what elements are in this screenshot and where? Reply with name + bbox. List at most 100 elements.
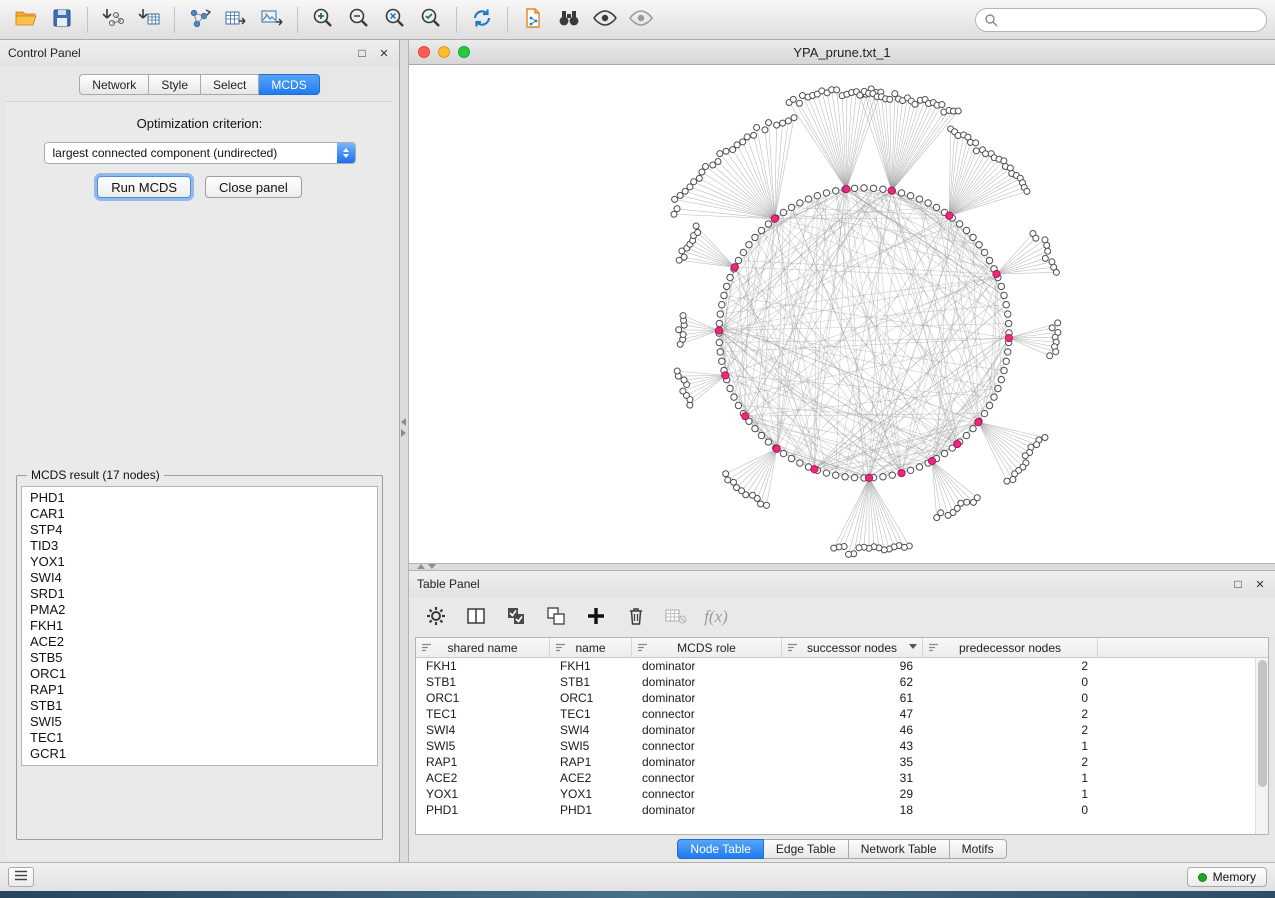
graph-node[interactable] bbox=[1047, 353, 1053, 359]
export-table-button[interactable] bbox=[218, 4, 254, 36]
mcds-result-item[interactable]: SWI5 bbox=[22, 714, 377, 730]
graph-node[interactable] bbox=[695, 230, 701, 236]
graph-node[interactable] bbox=[740, 139, 746, 145]
graph-node[interactable] bbox=[823, 470, 829, 476]
table-row[interactable]: FKH1FKH1dominator962 bbox=[416, 658, 1255, 674]
graph-node[interactable] bbox=[780, 450, 786, 456]
graph-node[interactable] bbox=[991, 394, 997, 400]
mcds-result-item[interactable]: TID3 bbox=[22, 538, 377, 554]
graph-node[interactable] bbox=[823, 190, 829, 196]
graph-node[interactable] bbox=[731, 394, 737, 400]
graph-node[interactable] bbox=[691, 179, 697, 185]
graph-node[interactable] bbox=[1042, 434, 1048, 440]
graph-node[interactable] bbox=[719, 302, 725, 308]
graph-node[interactable] bbox=[939, 102, 945, 108]
table-row[interactable]: SWI4SWI4dominator462 bbox=[416, 722, 1255, 738]
graph-node[interactable] bbox=[797, 460, 803, 466]
graph-node[interactable] bbox=[1044, 242, 1050, 248]
graph-node[interactable] bbox=[754, 125, 760, 131]
graph-node[interactable] bbox=[887, 96, 893, 102]
mcds-result-list[interactable]: PHD1CAR1STP4TID3YOX1SWI4SRD1PMA2FKH1ACE2… bbox=[21, 486, 378, 766]
column-header-mcds-role[interactable]: MCDS role bbox=[632, 638, 782, 657]
graph-node[interactable] bbox=[758, 432, 764, 438]
graph-node[interactable] bbox=[1010, 477, 1016, 483]
refresh-layout-button[interactable] bbox=[464, 4, 500, 36]
table-row[interactable]: SWI5SWI5connector431 bbox=[416, 738, 1255, 754]
graph-node[interactable] bbox=[956, 221, 962, 227]
tab-mcds[interactable]: MCDS bbox=[259, 74, 319, 95]
graph-node[interactable] bbox=[1003, 302, 1009, 308]
column-header-successor-nodes[interactable]: successor nodes bbox=[782, 638, 923, 657]
deselect-all-rows-button[interactable] bbox=[543, 604, 569, 630]
table-row[interactable]: YOX1YOX1connector291 bbox=[416, 786, 1255, 802]
graph-node[interactable] bbox=[814, 192, 820, 198]
graph-node[interactable] bbox=[1005, 311, 1011, 317]
graph-dominator-node[interactable] bbox=[771, 215, 778, 222]
graph-node[interactable] bbox=[955, 108, 961, 114]
graph-node[interactable] bbox=[986, 402, 992, 408]
graph-dominator-node[interactable] bbox=[731, 264, 738, 271]
graph-node[interactable] bbox=[916, 464, 922, 470]
graph-node[interactable] bbox=[973, 148, 979, 154]
import-network-button[interactable] bbox=[95, 4, 131, 36]
mcds-result-item[interactable]: STP4 bbox=[22, 522, 377, 538]
tab-edge-table[interactable]: Edge Table bbox=[764, 839, 849, 859]
graph-node[interactable] bbox=[970, 425, 976, 431]
column-header-name[interactable]: name bbox=[550, 638, 632, 657]
tab-style[interactable]: Style bbox=[149, 74, 201, 95]
graph-dominator-node[interactable] bbox=[975, 419, 982, 426]
network-canvas[interactable] bbox=[409, 65, 1275, 563]
graph-node[interactable] bbox=[889, 472, 895, 478]
graph-node[interactable] bbox=[805, 196, 811, 202]
graph-node[interactable] bbox=[766, 120, 772, 126]
graph-node[interactable] bbox=[861, 185, 867, 191]
graph-node[interactable] bbox=[788, 455, 794, 461]
graph-node[interactable] bbox=[981, 249, 987, 255]
graph-node[interactable] bbox=[749, 492, 755, 498]
graph-dominator-node[interactable] bbox=[865, 474, 872, 481]
graph-node[interactable] bbox=[1001, 367, 1007, 373]
graph-node[interactable] bbox=[907, 192, 913, 198]
scrollbar-thumb[interactable] bbox=[1258, 660, 1267, 787]
graph-node[interactable] bbox=[1049, 325, 1055, 331]
new-network-from-selection-button[interactable] bbox=[182, 4, 218, 36]
column-header-shared-name[interactable]: shared name bbox=[416, 638, 550, 657]
network-window-titlebar[interactable]: YPA_prune.txt_1 bbox=[409, 40, 1275, 65]
graph-node[interactable] bbox=[851, 474, 857, 480]
graph-node[interactable] bbox=[797, 200, 803, 206]
zoom-selected-button[interactable] bbox=[413, 4, 449, 36]
mcds-result-item[interactable]: STB5 bbox=[22, 650, 377, 666]
graph-node[interactable] bbox=[1001, 158, 1007, 164]
graph-node[interactable] bbox=[880, 474, 886, 480]
delete-column-button[interactable] bbox=[623, 604, 649, 630]
graph-node[interactable] bbox=[715, 158, 721, 164]
run-mcds-button[interactable]: Run MCDS bbox=[97, 176, 191, 198]
graph-node[interactable] bbox=[973, 140, 979, 146]
graph-node[interactable] bbox=[1024, 188, 1030, 194]
graph-node[interactable] bbox=[727, 385, 733, 391]
zoom-fit-button[interactable] bbox=[377, 4, 413, 36]
graph-node[interactable] bbox=[934, 515, 940, 521]
export-image-button[interactable] bbox=[254, 4, 290, 36]
close-panel-icon[interactable]: × bbox=[1253, 577, 1267, 591]
float-panel-icon[interactable]: □ bbox=[355, 46, 369, 60]
graph-node[interactable] bbox=[774, 122, 780, 128]
optimization-criterion-dropdown[interactable]: largest connected component (undirected) bbox=[44, 142, 356, 164]
graph-node[interactable] bbox=[1055, 320, 1061, 326]
graph-node[interactable] bbox=[717, 349, 723, 355]
graph-node[interactable] bbox=[1033, 235, 1039, 241]
graph-node[interactable] bbox=[995, 385, 1001, 391]
graph-node[interactable] bbox=[1053, 269, 1059, 275]
graph-node[interactable] bbox=[1001, 292, 1007, 298]
graph-node[interactable] bbox=[765, 439, 771, 445]
graph-node[interactable] bbox=[791, 115, 797, 121]
close-panel-button[interactable]: Close panel bbox=[205, 176, 302, 198]
graph-dominator-node[interactable] bbox=[843, 185, 850, 192]
graph-node[interactable] bbox=[1012, 471, 1018, 477]
horizontal-splitter[interactable] bbox=[409, 563, 1275, 571]
graph-dominator-node[interactable] bbox=[898, 469, 905, 476]
graph-node[interactable] bbox=[723, 471, 729, 477]
graph-node[interactable] bbox=[851, 185, 857, 191]
graph-node[interactable] bbox=[998, 283, 1004, 289]
graph-node[interactable] bbox=[788, 204, 794, 210]
